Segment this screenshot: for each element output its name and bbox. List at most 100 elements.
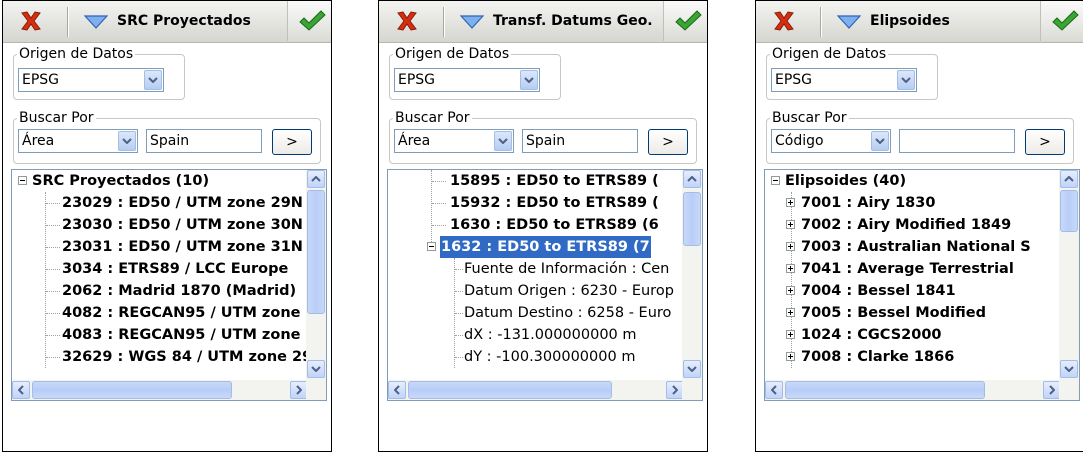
- origin-group: Origen de Datos EPSG: [389, 46, 561, 100]
- chevron-left-icon: [394, 385, 400, 395]
- tree-node-label: 7001 : Airy 1830: [801, 195, 936, 211]
- tree-node-label: 7002 : Airy Modified 1849: [801, 217, 1012, 233]
- tree-node[interactable]: 23029 : ED50 / UTM zone 29N: [12, 192, 308, 214]
- tree-node[interactable]: Datum Destino : 6258 - Euro: [388, 302, 684, 324]
- origin-select[interactable]: EPSG: [771, 68, 917, 92]
- tree-node[interactable]: 3034 : ETRS89 / LCC Europe: [12, 258, 308, 280]
- cancel-button[interactable]: [379, 2, 435, 40]
- horizontal-scroll-thumb[interactable]: [785, 381, 985, 399]
- tree-node[interactable]: 7041 : Average Terrestrial: [765, 258, 1061, 280]
- combo-arrow[interactable]: [897, 70, 915, 90]
- tree-node[interactable]: 1024 : CGCS2000: [765, 324, 1061, 346]
- tree-node[interactable]: 4083 : REGCAN95 / UTM zone 28N: [12, 324, 308, 346]
- horizontal-scrollbar[interactable]: [388, 380, 684, 400]
- vertical-scrollbar[interactable]: [306, 170, 326, 380]
- expand-icon[interactable]: [786, 352, 795, 361]
- expand-icon[interactable]: [786, 286, 795, 295]
- horizontal-scroll-thumb[interactable]: [408, 381, 612, 399]
- expand-icon[interactable]: [786, 242, 795, 251]
- collapse-icon[interactable]: [427, 242, 436, 251]
- horizontal-scrollbar[interactable]: [12, 380, 308, 400]
- tree-view[interactable]: Elipsoides (40) 7001 : Airy 1830 7002 : …: [764, 169, 1080, 401]
- scroll-left-button[interactable]: [388, 381, 406, 399]
- tree-node[interactable]: 23030 : ED50 / UTM zone 30N: [12, 214, 308, 236]
- expand-icon[interactable]: [786, 220, 795, 229]
- tree-node[interactable]: 2062 : Madrid 1870 (Madrid): [12, 280, 308, 302]
- search-field-select[interactable]: Área: [394, 129, 514, 153]
- expand-icon[interactable]: [786, 264, 795, 273]
- tree-node[interactable]: dY : -100.300000000 m: [388, 346, 684, 368]
- combo-arrow[interactable]: [871, 131, 889, 151]
- tree-node[interactable]: 15932 : ED50 to ETRS89 (: [388, 192, 684, 214]
- tree-node-selected[interactable]: 1632 : ED50 to ETRS89 (7: [388, 236, 684, 258]
- tree-node-root[interactable]: Elipsoides (40): [765, 170, 1061, 192]
- search-button[interactable]: >: [272, 129, 312, 155]
- tree-view[interactable]: SRC Proyectados (10) 23029 : ED50 / UTM …: [11, 169, 327, 401]
- scroll-up-button[interactable]: [683, 170, 701, 188]
- combo-arrow[interactable]: [118, 131, 136, 151]
- tree-node[interactable]: 32629 : WGS 84 / UTM zone 29N: [12, 346, 308, 368]
- tree-node[interactable]: 7005 : Bessel Modified: [765, 302, 1061, 324]
- origin-select[interactable]: EPSG: [18, 68, 164, 92]
- combo-arrow[interactable]: [144, 70, 162, 90]
- cancel-button[interactable]: [3, 2, 59, 40]
- combo-arrow[interactable]: [520, 70, 538, 90]
- scroll-left-button[interactable]: [765, 381, 783, 399]
- origin-select[interactable]: EPSG: [394, 68, 540, 92]
- tree-node[interactable]: 7008 : Clarke 1866: [765, 346, 1061, 368]
- search-input[interactable]: Spain: [522, 129, 638, 153]
- menu-dropdown-button[interactable]: [455, 8, 489, 36]
- accept-button[interactable]: [663, 1, 707, 41]
- search-button[interactable]: >: [648, 129, 688, 155]
- search-field-select[interactable]: Código: [771, 129, 891, 153]
- window-transf-datums: Transf. Datums Geo. Origen de Datos EPSG…: [378, 0, 708, 452]
- menu-dropdown-button[interactable]: [832, 8, 866, 36]
- scroll-down-button[interactable]: [307, 360, 325, 378]
- scroll-up-button[interactable]: [307, 170, 325, 188]
- menu-dropdown-button[interactable]: [79, 8, 113, 36]
- tree-line: [455, 357, 463, 358]
- tree-node[interactable]: Datum Origen : 6230 - Europ: [388, 280, 684, 302]
- collapse-icon[interactable]: [18, 176, 27, 185]
- title-separator: [443, 7, 445, 37]
- scroll-up-button[interactable]: [1060, 170, 1078, 188]
- tree-node[interactable]: Fuente de Información : Cen: [388, 258, 684, 280]
- vertical-scroll-thumb[interactable]: [307, 190, 325, 314]
- tree-node[interactable]: 23031 : ED50 / UTM zone 31N: [12, 236, 308, 258]
- expand-icon[interactable]: [786, 198, 795, 207]
- scroll-down-button[interactable]: [683, 360, 701, 378]
- expand-icon[interactable]: [786, 308, 795, 317]
- scroll-down-button[interactable]: [1060, 360, 1078, 378]
- tree-node[interactable]: 15895 : ED50 to ETRS89 (: [388, 170, 684, 192]
- dropdown-triangle-icon: [84, 15, 108, 29]
- expand-icon[interactable]: [786, 330, 795, 339]
- search-input[interactable]: [899, 129, 1015, 153]
- horizontal-scroll-thumb[interactable]: [32, 381, 232, 399]
- window-title: Transf. Datums Geo.: [493, 13, 653, 29]
- tree-node[interactable]: 1630 : ED50 to ETRS89 (6: [388, 214, 684, 236]
- tree-node[interactable]: 7002 : Airy Modified 1849: [765, 214, 1061, 236]
- accept-button[interactable]: [1040, 1, 1083, 41]
- search-button-label: >: [662, 134, 674, 150]
- tree-node[interactable]: 4082 : REGCAN95 / UTM zone 27N: [12, 302, 308, 324]
- vertical-scroll-thumb[interactable]: [1060, 190, 1078, 232]
- tree-node-root[interactable]: SRC Proyectados (10): [12, 170, 308, 192]
- scroll-left-button[interactable]: [12, 381, 30, 399]
- tree-node[interactable]: dX : -131.000000000 m: [388, 324, 684, 346]
- search-input[interactable]: Spain: [146, 129, 262, 153]
- tree-node[interactable]: 7004 : Bessel 1841: [765, 280, 1061, 302]
- search-button[interactable]: >: [1025, 129, 1065, 155]
- vertical-scrollbar[interactable]: [682, 170, 702, 380]
- collapse-icon[interactable]: [771, 176, 780, 185]
- tree-node[interactable]: 7001 : Airy 1830: [765, 192, 1061, 214]
- cancel-button[interactable]: [756, 2, 812, 40]
- horizontal-scrollbar[interactable]: [765, 380, 1061, 400]
- tree-view[interactable]: 15895 : ED50 to ETRS89 ( 15932 : ED50 to…: [387, 169, 703, 401]
- vertical-scrollbar[interactable]: [1059, 170, 1079, 380]
- accept-button[interactable]: [287, 1, 331, 41]
- vertical-scroll-thumb[interactable]: [683, 192, 701, 246]
- tree-node[interactable]: 7003 : Australian National S: [765, 236, 1061, 258]
- tree-line: [432, 225, 446, 226]
- combo-arrow[interactable]: [494, 131, 512, 151]
- search-field-select[interactable]: Área: [18, 129, 138, 153]
